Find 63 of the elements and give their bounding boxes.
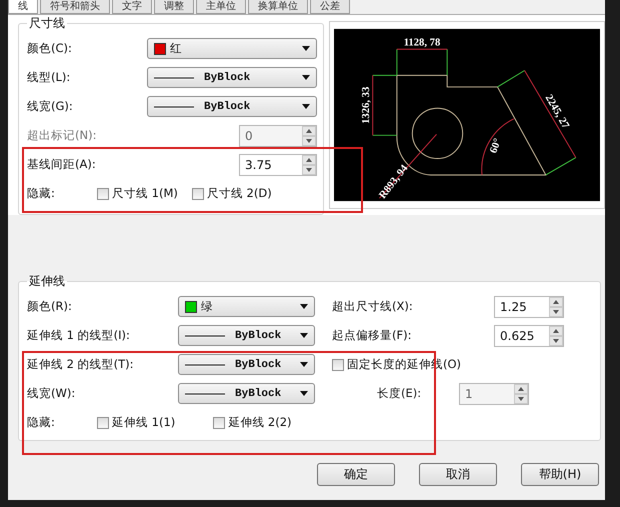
field-label: 起点偏移量(F): xyxy=(332,328,412,343)
dropdown[interactable]: ByBlock xyxy=(178,354,315,375)
line-sample-icon xyxy=(185,362,225,366)
caret-icon xyxy=(300,391,308,396)
checkbox[interactable] xyxy=(97,416,109,428)
field-label: 延伸线 2 的线型(T): xyxy=(27,357,134,372)
checkbox-label: 尺寸线 1(M) xyxy=(112,186,178,201)
spinner-field[interactable]: 0.625 xyxy=(494,324,564,346)
line-sample-icon xyxy=(185,392,225,396)
dropdown[interactable]: 绿 xyxy=(178,296,315,317)
checkbox-label: 延伸线 2(2) xyxy=(228,415,292,430)
checkbox[interactable] xyxy=(332,358,344,370)
field-label: 基线间距(A): xyxy=(27,157,97,172)
spin-up-button[interactable] xyxy=(549,296,563,306)
checkbox-label: 延伸线 1(1) xyxy=(112,415,176,430)
checkbox[interactable] xyxy=(192,188,204,200)
field-label: 超出标记(N): xyxy=(27,128,98,143)
line-sample-icon xyxy=(154,76,194,80)
dropdown[interactable]: ByBlock xyxy=(178,325,315,346)
field-label: 线宽(G): xyxy=(27,99,74,114)
checkbox[interactable] xyxy=(213,416,226,428)
tab[interactable]: 调整 xyxy=(154,0,194,14)
spin-up-button[interactable] xyxy=(549,326,563,336)
line-sample-icon xyxy=(154,104,194,108)
spin-down-button[interactable] xyxy=(549,336,563,346)
dropdown[interactable]: ByBlock xyxy=(178,383,315,404)
spin-down-button[interactable] xyxy=(302,164,316,174)
dropdown[interactable]: ByBlock xyxy=(147,96,317,117)
caret-icon xyxy=(300,362,308,367)
field-label: 长度(E): xyxy=(377,386,422,401)
field-label: 隐藏: xyxy=(27,415,56,430)
spin-up-button[interactable] xyxy=(302,154,316,164)
dialog-button[interactable]: 帮助(H) xyxy=(521,463,599,486)
field-label: 延伸线 1 的线型(I): xyxy=(27,328,131,343)
dialog-button[interactable]: 取消 xyxy=(419,463,497,486)
group-title: 尺寸线 xyxy=(28,15,66,32)
caret-icon xyxy=(300,333,308,338)
checkbox-label: 尺寸线 2(D) xyxy=(206,186,272,201)
spinner-field[interactable]: 1.25 xyxy=(494,296,564,318)
tab[interactable]: 主单位 xyxy=(196,0,246,14)
line-sample-icon xyxy=(185,334,225,338)
checkbox[interactable] xyxy=(97,188,109,200)
tab[interactable]: 线 xyxy=(8,0,38,14)
caret-icon xyxy=(300,304,308,309)
field-label: 颜色(R): xyxy=(27,299,73,314)
spinner-field[interactable]: 3.75 xyxy=(239,154,317,176)
group-title: 延伸线 xyxy=(28,273,66,290)
tab[interactable]: 公差 xyxy=(310,0,350,14)
tab[interactable]: 换算单位 xyxy=(248,0,308,14)
field-label: 颜色(C): xyxy=(27,41,73,56)
field-label: 超出尺寸线(X): xyxy=(332,299,414,314)
dropdown[interactable]: ByBlock xyxy=(147,67,317,88)
tab[interactable]: 符号和箭头 xyxy=(40,0,110,14)
dropdown[interactable]: 红 xyxy=(147,38,317,59)
caret-icon xyxy=(302,46,310,51)
caret-icon xyxy=(302,75,310,80)
caret-icon xyxy=(302,104,310,109)
tab[interactable]: 文字 xyxy=(112,0,152,14)
field-label: 隐藏: xyxy=(27,186,56,201)
field-label: 线宽(W): xyxy=(27,386,76,401)
spin-down-button[interactable] xyxy=(549,306,563,316)
field-label: 线型(L): xyxy=(27,70,72,85)
dialog-button[interactable]: 确定 xyxy=(317,463,395,486)
